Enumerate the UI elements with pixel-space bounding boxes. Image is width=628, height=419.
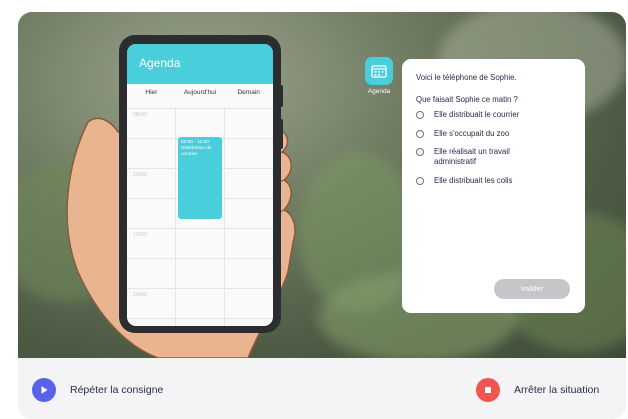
validate-button[interactable]: Valider: [494, 279, 570, 299]
answer-option[interactable]: Elle s'occupait du zoo: [416, 129, 571, 139]
column-hier[interactable]: Hier: [127, 89, 176, 103]
column-demain[interactable]: Demain: [224, 89, 273, 103]
panel-intro: Voici le téléphone de Sophie.: [416, 73, 517, 82]
column-today[interactable]: Aujourd'hui: [176, 89, 225, 103]
answer-option[interactable]: Elle distribuait le courrier: [416, 110, 571, 120]
phone-screen: Agenda Hier Aujourd'hui Demain 08h00 10h…: [127, 44, 273, 326]
answer-option[interactable]: Elle distribuait les colis: [416, 176, 571, 186]
play-icon: [32, 378, 56, 402]
grid-line: [127, 258, 273, 259]
radio-button[interactable]: [416, 129, 424, 138]
answer-label: Elle distribuait les colis: [434, 175, 513, 185]
calendar-icon: [365, 57, 393, 85]
app-frame: Agenda Hier Aujourd'hui Demain 08h00 10h…: [18, 12, 626, 419]
grid-line: [127, 228, 273, 229]
agenda-header: Agenda: [127, 44, 273, 84]
event-title: Distribution du courrier: [181, 146, 212, 158]
bottom-bar: Répéter la consigne Arrêter la situation: [18, 358, 626, 419]
answer-option[interactable]: Elle réalisait un travail administratif: [416, 147, 571, 166]
phone: Agenda Hier Aujourd'hui Demain 08h00 10h…: [119, 35, 283, 333]
radio-button[interactable]: [416, 176, 424, 185]
grid-line: [127, 108, 273, 109]
time-label: 08h00: [133, 112, 147, 118]
agenda-app-button[interactable]: Agenda: [359, 57, 399, 95]
grid-line: [224, 108, 225, 326]
grid-line: [127, 288, 273, 289]
time-label: 10h00: [133, 172, 147, 178]
phone-side-button: [279, 85, 283, 107]
stop-situation-button[interactable]: Arrêter la situation: [476, 378, 599, 402]
scene-background: Agenda Hier Aujourd'hui Demain 08h00 10h…: [18, 12, 626, 358]
radio-button[interactable]: [416, 148, 424, 157]
agenda-event[interactable]: 08:00 - 11:00 Distribution du courrier: [178, 137, 222, 219]
radio-button[interactable]: [416, 111, 424, 119]
agenda-columns: Hier Aujourd'hui Demain: [127, 89, 273, 103]
repeat-instruction-button[interactable]: Répéter la consigne: [32, 378, 163, 402]
answer-label: Elle réalisait un travail administratif: [434, 147, 510, 167]
grid-line: [127, 318, 273, 319]
time-label: 12h00: [133, 232, 147, 238]
question-panel: Voici le téléphone de Sophie. Que faisai…: [402, 59, 585, 313]
grid-line: [175, 108, 176, 326]
time-label: 14h00: [133, 292, 147, 298]
answer-options: Elle distribuait le courrier Elle s'occu…: [416, 110, 571, 186]
stop-icon: [476, 378, 500, 402]
answer-label: Elle distribuait le courrier: [434, 110, 520, 119]
question-text: Que faisait Sophie ce matin ?: [416, 95, 518, 104]
answer-label: Elle s'occupait du zoo: [434, 128, 510, 138]
stop-situation-label: Arrêter la situation: [514, 384, 600, 396]
repeat-instruction-label: Répéter la consigne: [70, 384, 164, 396]
agenda-app-label: Agenda: [367, 88, 391, 95]
phone-side-button: [279, 119, 283, 149]
